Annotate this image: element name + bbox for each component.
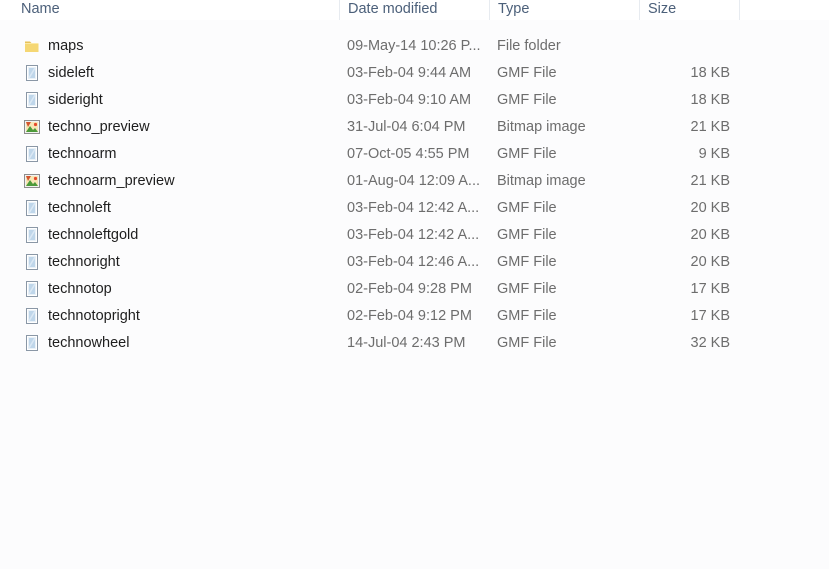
file-name: technoarm xyxy=(48,146,117,162)
gmf-file-icon xyxy=(24,200,40,216)
gmf-file-icon xyxy=(24,281,40,297)
file-row[interactable]: technowheel 14-Jul-04 2:43 PM GMF File 32 K… xyxy=(0,330,829,357)
file-size: 21 KB xyxy=(690,119,731,135)
file-size: 32 KB xyxy=(690,335,731,351)
file-size: 20 KB xyxy=(690,227,731,243)
file-date-modified: 31-Jul-04 6:04 PM xyxy=(347,119,466,135)
file-size: 18 KB xyxy=(690,92,731,108)
gmf-file-icon xyxy=(24,335,40,351)
file-name: sideleft xyxy=(48,65,94,81)
file-type: GMF File xyxy=(497,65,557,81)
file-name: technowheel xyxy=(48,335,130,351)
gmf-file-icon xyxy=(24,65,40,81)
file-type: Bitmap image xyxy=(497,173,586,189)
file-name: technotop xyxy=(48,281,112,297)
file-size: 17 KB xyxy=(690,281,731,297)
file-date-modified: 03-Feb-04 9:44 AM xyxy=(347,65,472,81)
gmf-file-icon xyxy=(24,254,40,270)
file-name: technoright xyxy=(48,254,120,270)
file-date-modified: 03-Feb-04 12:42 A... xyxy=(347,227,480,243)
column-header-type[interactable]: Type xyxy=(490,0,640,20)
file-type: File folder xyxy=(497,38,561,54)
file-date-modified: 09-May-14 10:26 P... xyxy=(347,38,481,54)
file-row[interactable]: technoleftgold 03-Feb-04 12:42 A... GMF Fi… xyxy=(0,222,829,249)
file-size: 20 KB xyxy=(690,200,731,216)
file-row[interactable]: sideleft 03-Feb-04 9:44 AM GMF File 18 KB xyxy=(0,60,829,87)
file-date-modified: 02-Feb-04 9:28 PM xyxy=(347,281,472,297)
file-type: GMF File xyxy=(497,254,557,270)
file-type: GMF File xyxy=(497,92,557,108)
file-row[interactable]: technoleft 03-Feb-04 12:42 A... GMF File 20… xyxy=(0,195,829,222)
file-size: 18 KB xyxy=(690,65,731,81)
file-date-modified: 02-Feb-04 9:12 PM xyxy=(347,308,472,324)
file-row[interactable]: technoarm_preview 01-Aug-04 12:09 A... Bit… xyxy=(0,168,829,195)
column-header-bar: Name Date modified Type Size xyxy=(0,0,829,20)
file-type: GMF File xyxy=(497,335,557,351)
gmf-file-icon xyxy=(24,92,40,108)
file-date-modified: 01-Aug-04 12:09 A... xyxy=(347,173,481,189)
file-type: GMF File xyxy=(497,281,557,297)
file-name: technoarm_preview xyxy=(48,173,175,189)
bitmap-image-icon xyxy=(24,119,40,135)
file-size: 20 KB xyxy=(690,254,731,270)
file-type: Bitmap image xyxy=(497,119,586,135)
gmf-file-icon xyxy=(24,308,40,324)
file-row[interactable]: technoright 03-Feb-04 12:46 A... GMF File 2… xyxy=(0,249,829,276)
file-name: techno_preview xyxy=(48,119,150,135)
file-date-modified: 03-Feb-04 12:46 A... xyxy=(347,254,480,270)
file-size: 17 KB xyxy=(690,308,731,324)
file-row[interactable]: technoarm 07-Oct-05 4:55 PM GMF File 9 KB xyxy=(0,141,829,168)
file-row[interactable]: maps 09-May-14 10:26 P... File folder xyxy=(0,33,829,60)
bitmap-image-icon xyxy=(24,173,40,189)
file-date-modified: 07-Oct-05 4:55 PM xyxy=(347,146,470,162)
file-row[interactable]: sideright 03-Feb-04 9:10 AM GMF File 18 KB xyxy=(0,87,829,114)
file-date-modified: 03-Feb-04 12:42 A... xyxy=(347,200,480,216)
gmf-file-icon xyxy=(24,146,40,162)
file-size: 9 KB xyxy=(698,146,730,162)
file-name: technoleft xyxy=(48,200,111,216)
file-name: technotopright xyxy=(48,308,140,324)
file-list-view: Name Date modified Type Size maps 09-May-… xyxy=(0,0,829,569)
column-header-name[interactable]: Name xyxy=(13,0,340,20)
file-type: GMF File xyxy=(497,308,557,324)
file-date-modified: 03-Feb-04 9:10 AM xyxy=(347,92,472,108)
file-size: 21 KB xyxy=(690,173,731,189)
file-row[interactable]: techno_preview 31-Jul-04 6:04 PM Bitmap im… xyxy=(0,114,829,141)
file-name: sideright xyxy=(48,92,103,108)
file-type: GMF File xyxy=(497,200,557,216)
file-rows: maps 09-May-14 10:26 P... File folder sidel… xyxy=(0,33,829,357)
folder-icon xyxy=(24,38,40,54)
file-name: technoleftgold xyxy=(48,227,139,243)
file-row[interactable]: technotopright 02-Feb-04 9:12 PM GMF File 1… xyxy=(0,303,829,330)
column-header-size[interactable]: Size xyxy=(640,0,740,20)
file-date-modified: 14-Jul-04 2:43 PM xyxy=(347,335,466,351)
file-type: GMF File xyxy=(497,227,557,243)
file-name: maps xyxy=(48,38,84,54)
file-type: GMF File xyxy=(497,146,557,162)
gmf-file-icon xyxy=(24,227,40,243)
column-header-date-modified[interactable]: Date modified xyxy=(340,0,490,20)
file-row[interactable]: technotop 02-Feb-04 9:28 PM GMF File 17 KB xyxy=(0,276,829,303)
